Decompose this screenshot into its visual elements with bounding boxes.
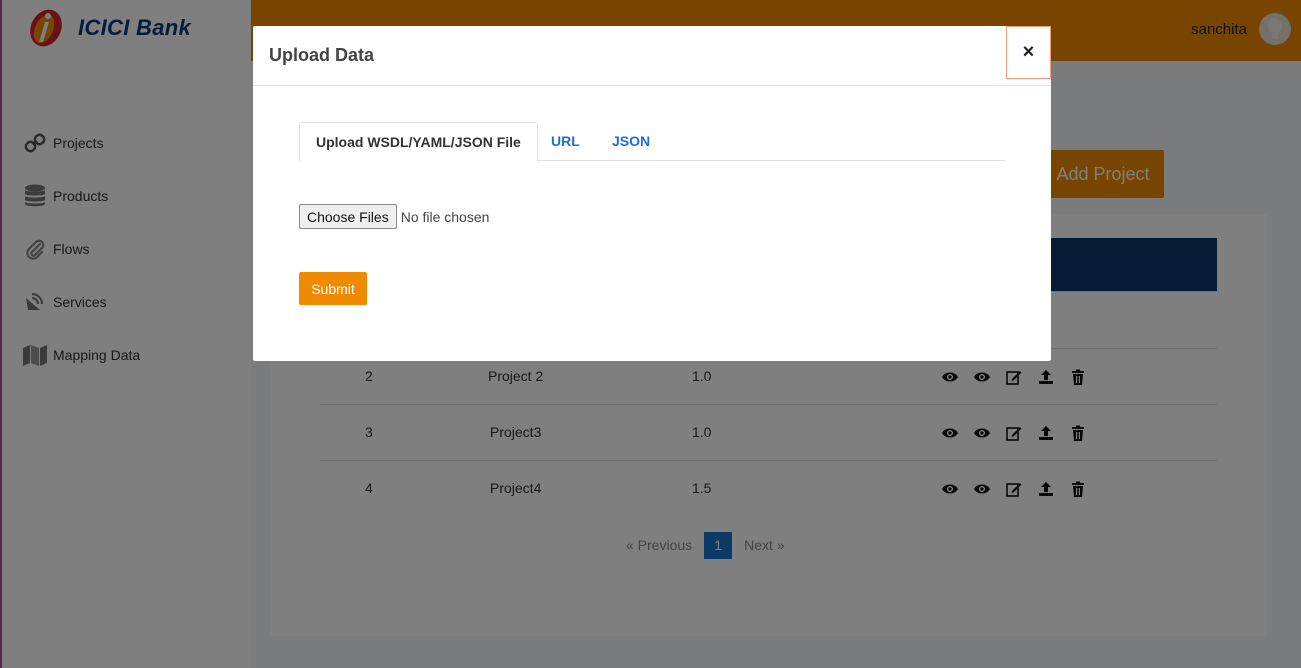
modal-title: Upload Data [269, 45, 375, 65]
modal-header: Upload Data [253, 26, 1051, 86]
close-icon: × [1022, 41, 1035, 63]
upload-tabs: Upload WSDL/YAML/JSON File URL JSON [299, 122, 1005, 162]
tab-url[interactable]: URL [551, 122, 580, 161]
submit-button[interactable]: Submit [299, 272, 367, 305]
tab-json[interactable]: JSON [612, 122, 650, 161]
close-button[interactable]: × [1006, 26, 1051, 79]
file-status: No file chosen [400, 208, 490, 225]
file-input: Choose Files No file chosen [299, 204, 489, 229]
upload-data-modal: Upload Data × Upload WSDL/YAML/JSON File… [253, 26, 1051, 361]
choose-files-button[interactable]: Choose Files [299, 204, 397, 229]
tab-upload-file[interactable]: Upload WSDL/YAML/JSON File [299, 122, 538, 162]
